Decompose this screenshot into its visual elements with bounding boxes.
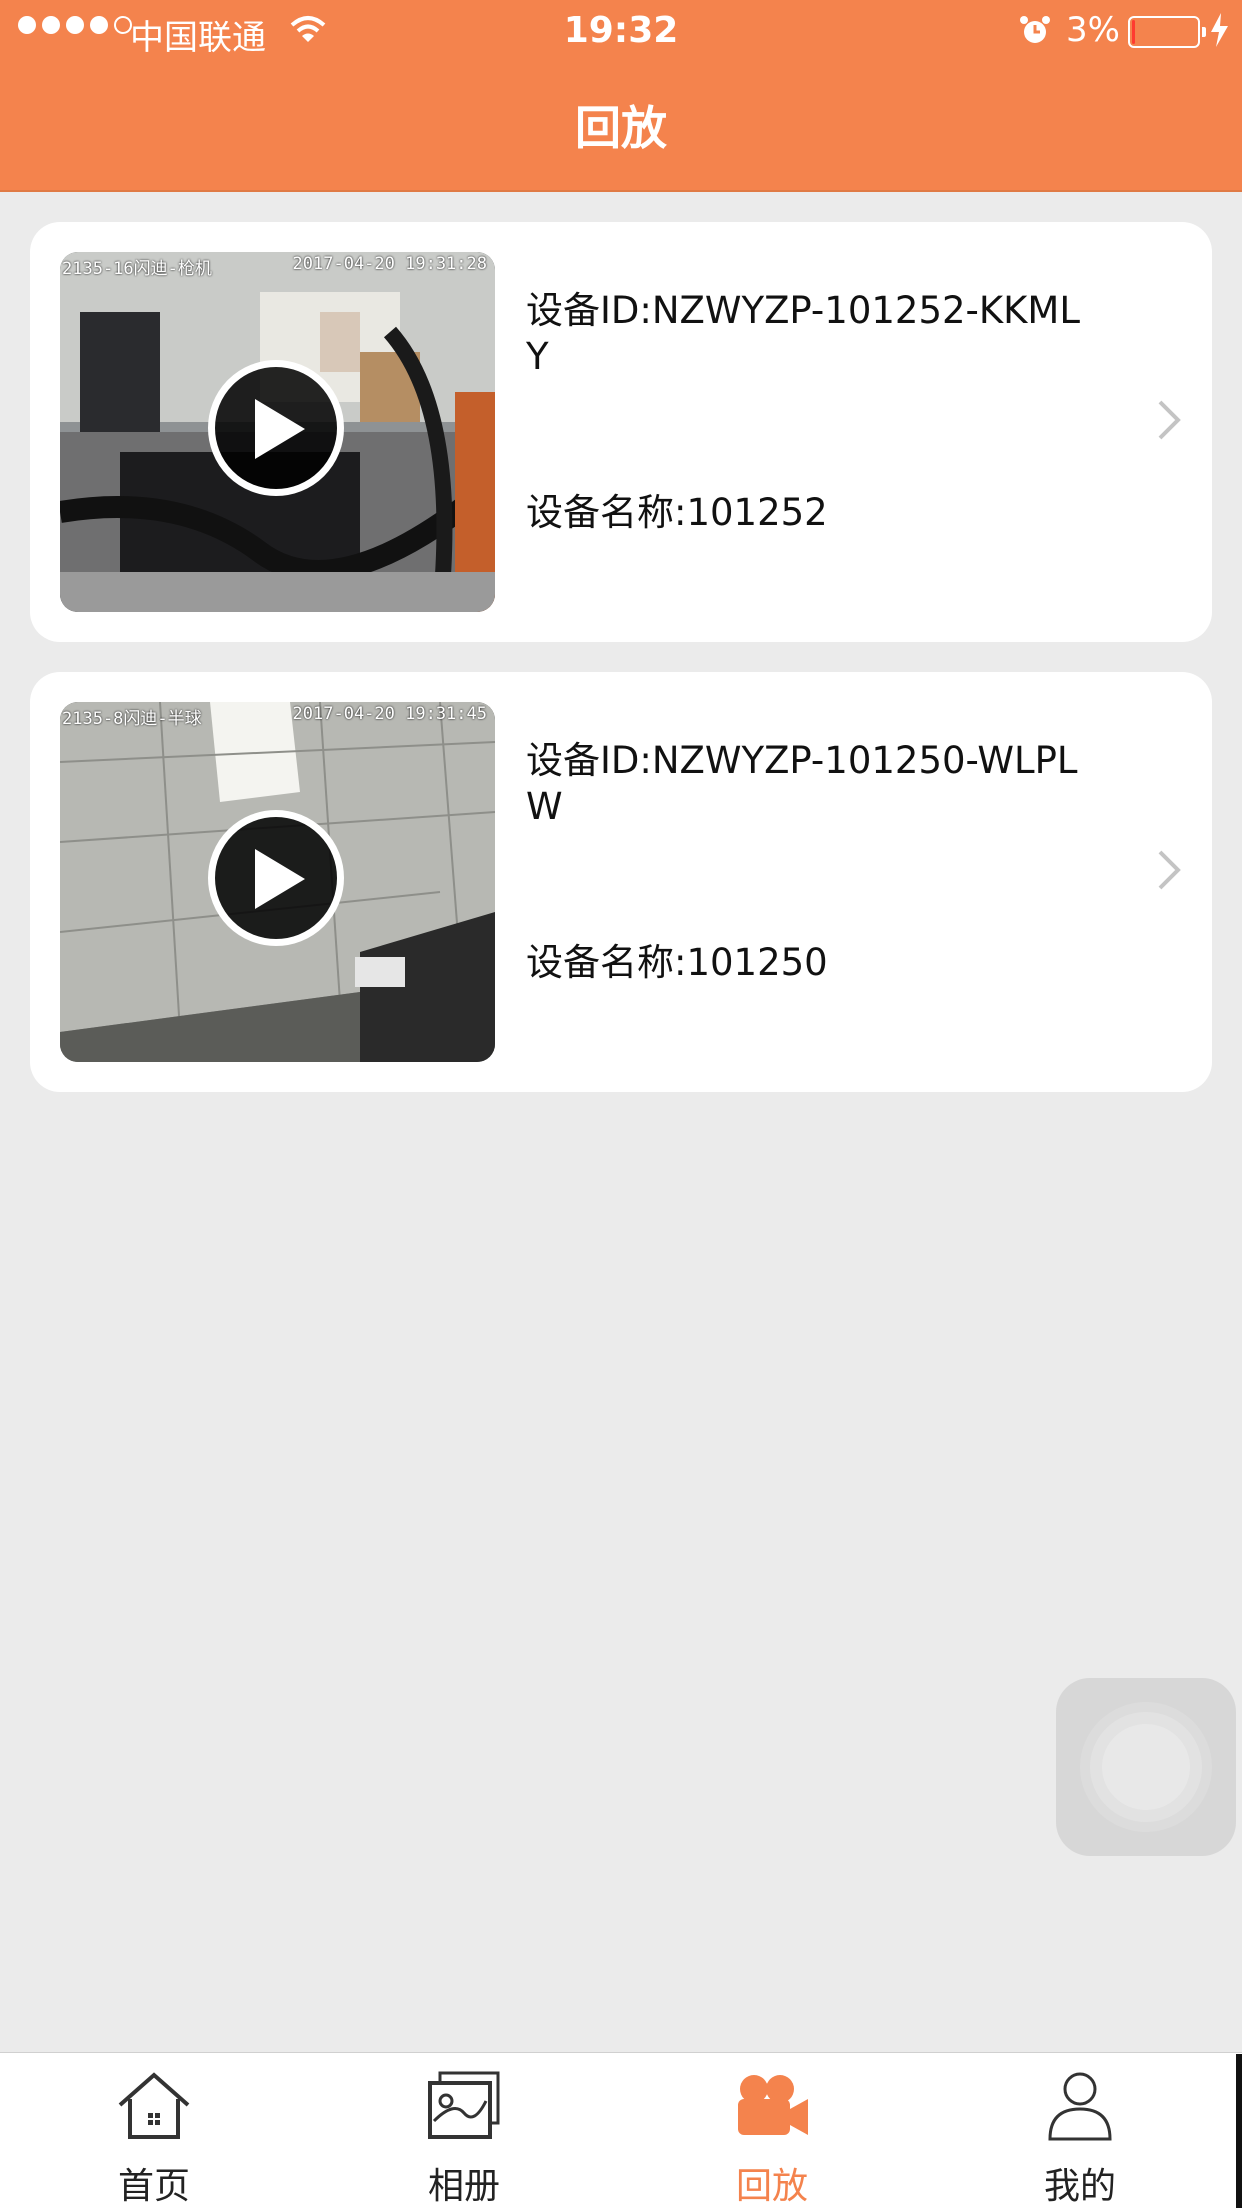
battery-percent: 3% [1066,10,1120,50]
alarm-icon [1018,14,1052,57]
camera-label: 2135-16闪迪-枪机 [62,259,212,279]
chevron-right-icon [1156,848,1182,896]
video-camera-icon [672,2071,872,2151]
tab-bar: 首页 相册 回放 我的 [0,2052,1242,2209]
device-name: 设备名称:101250 [526,941,828,984]
home-icon [54,2071,254,2151]
video-thumbnail[interactable]: 2135-16闪迪-枪机 2017-04-20 19:31:28 [60,252,495,612]
status-bar: 中国联通 19:32 3% [0,0,1242,62]
battery-icon [1128,16,1206,48]
tab-home[interactable]: 首页 [54,2053,254,2209]
assistive-touch-button[interactable] [1056,1678,1236,1856]
device-name: 设备名称:101252 [526,491,828,534]
play-icon[interactable] [208,360,344,496]
charging-icon [1208,12,1230,57]
chevron-right-icon [1156,398,1182,446]
device-id: 设备ID:NZWYZP-101250-WLPLW [526,739,1078,828]
tab-album[interactable]: 相册 [364,2053,564,2209]
device-card[interactable]: 2135-16闪迪-枪机 2017-04-20 19:31:28 设备ID:NZ… [30,222,1212,642]
video-thumbnail[interactable]: 2135-8闪迪-半球 2017-04-20 19:31:45 [60,702,495,1062]
tab-label: 我的 [1043,2166,1116,2207]
camera-label: 2135-8闪迪-半球 [62,709,202,729]
status-time: 19:32 [563,10,679,51]
camera-timestamp: 2017-04-20 19:31:28 [292,254,487,274]
tab-label: 相册 [427,2166,500,2207]
edge-divider [1236,2054,1242,2208]
tab-label: 首页 [117,2166,190,2207]
navigation-header: 中国联通 19:32 3% 回放 [0,0,1242,192]
album-icon [364,2071,564,2151]
user-icon [980,2071,1180,2151]
tab-playback[interactable]: 回放 [672,2053,872,2209]
device-id: 设备ID:NZWYZP-101252-KKMLY [526,289,1080,378]
device-card[interactable]: 2135-8闪迪-半球 2017-04-20 19:31:45 设备ID:NZW… [30,672,1212,1092]
camera-timestamp: 2017-04-20 19:31:45 [292,704,487,724]
play-icon[interactable] [208,810,344,946]
page-title: 回放 [575,101,667,155]
tab-mine[interactable]: 我的 [980,2053,1180,2209]
tab-label: 回放 [735,2166,808,2207]
